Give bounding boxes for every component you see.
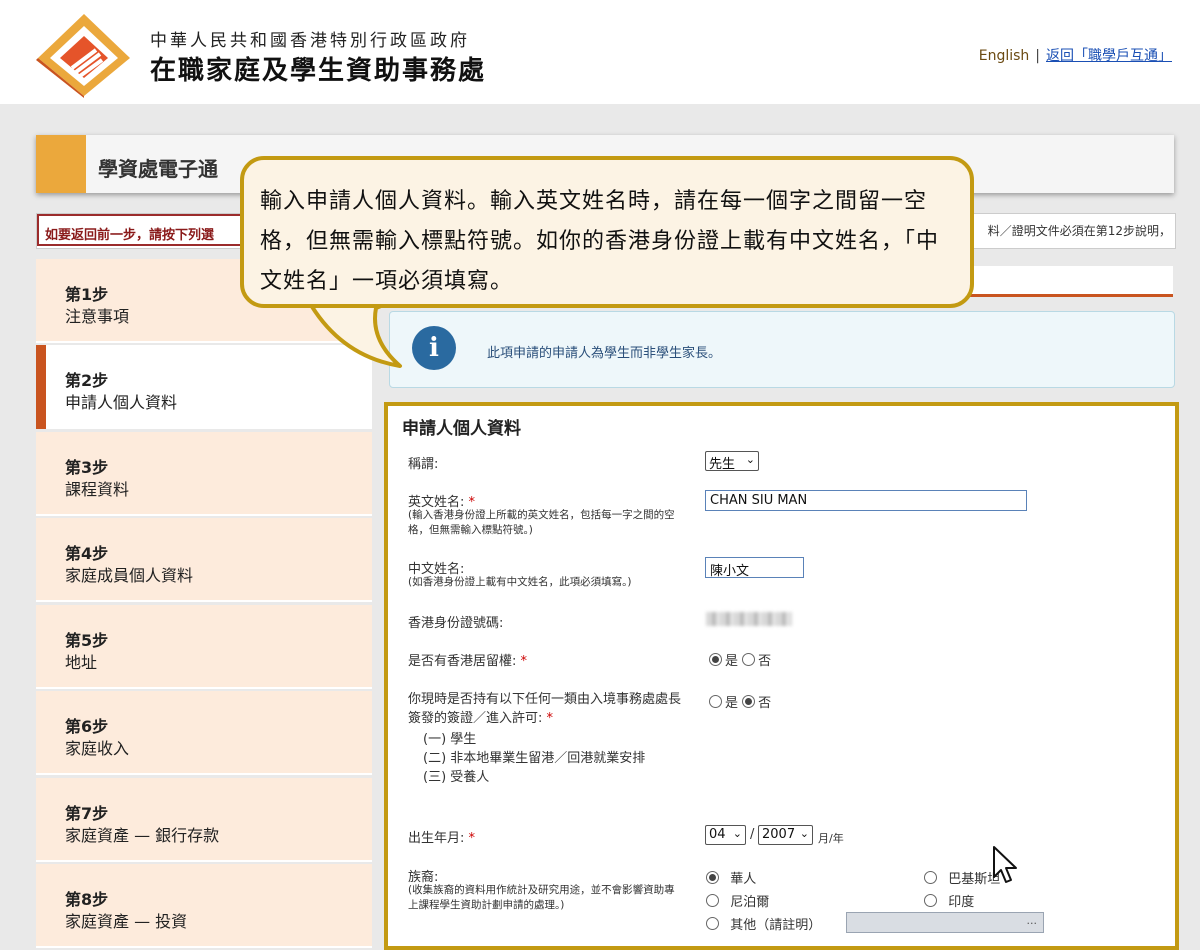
link-separator: | [1035,48,1040,64]
sidebar-step-6[interactable]: 第6步 家庭收入 [36,691,372,775]
chi-name-input[interactable]: 陳小文 [705,557,804,579]
ethnicity-radio[interactable] [706,871,719,884]
abode-no-radio[interactable] [742,653,756,666]
step-number: 第4步 [65,544,109,563]
ethnicity-radio[interactable] [706,917,719,930]
eng-name-note: (輸入香港身份證上所載的英文姓名，包括每一字之間的空格，但無需輸入標點符號。) [408,509,675,536]
required-mark: * [520,654,528,669]
sidebar-step-7[interactable]: 第7步 家庭資產 — 銀行存款 [36,778,372,862]
step-label: 家庭資產 — 銀行存款 [65,826,220,845]
top-links: English | 返回「職學戶互通」 [979,45,1172,65]
ethnicity-option-other[interactable]: 其他（請註明） [706,914,821,933]
callout-tail [306,300,402,368]
step-label: 家庭資產 — 投資 [65,912,188,931]
ethnicity-radio[interactable] [924,871,937,884]
hkid-value-redacted [706,612,792,626]
step-number: 第7步 [65,804,109,823]
chi-name-note: (如香港身份證上載有中文姓名，此項必須填寫。) [408,576,632,588]
form-title: 申請人個人資料 [402,419,521,439]
step-label: 申請人個人資料 [65,393,178,412]
visa-item: (三) 受養人 [423,770,490,785]
chevron-down-icon: ⌄ [799,827,809,840]
dob-label: 出生年月: * [408,831,476,846]
instruction-callout: 輸入申請人個人資料。輸入英文姓名時，請在每一個字之間留一空格，但無需輸入標點符號… [240,156,974,308]
sidebar-step-8[interactable]: 第8步 家庭資產 — 投資 [36,864,372,948]
visa-no-label: 否 [758,696,772,711]
abode-yes-radio[interactable] [709,653,722,666]
mouse-cursor-icon [993,846,1017,883]
dob-unit: 月/年 [818,832,844,845]
step-number: 第8步 [65,890,109,909]
title-select[interactable]: 先生 ⌄ [705,451,759,472]
dob-month-select[interactable]: 04 ⌄ [705,825,746,845]
back-to-portal-link[interactable]: 返回「職學戶互通」 [1046,48,1172,64]
sidebar-step-4[interactable]: 第4步 家庭成員個人資料 [36,518,372,602]
ethnicity-note: (收集族裔的資料用作統計及研究用途，並不會影響資助專上課程學生資助計劃申請的處理… [408,884,675,911]
callout-text: 輸入申請人個人資料。輸入英文姓名時，請在每一個字之間留一空格，但無需輸入標點符號… [260,189,940,294]
english-link[interactable]: English [979,48,1030,64]
step-label: 家庭成員個人資料 [65,566,194,585]
step-number: 第6步 [65,717,109,736]
title-select-value: 先生 [709,457,736,472]
form-panel [384,402,1179,950]
dob-year-select[interactable]: 2007 ⌄ [758,825,813,845]
abode-options: 是 否 [709,650,771,669]
visa-item: (一) 學生 [423,732,477,747]
ethnicity-option-chinese[interactable]: 華人 [706,868,756,887]
page-title: 學資處電子通 [98,157,218,181]
abode-label: 是否有香港居留權: * [408,654,528,669]
visa-yes-label: 是 [725,696,739,711]
abode-yes-label: 是 [725,654,739,669]
title-accent [36,135,86,193]
ethnicity-radio[interactable] [706,894,719,907]
step-number: 第2步 [65,371,109,390]
sidebar-step-5[interactable]: 第5步 地址 [36,605,372,689]
step-label: 課程資料 [65,480,130,499]
ethnicity-other-input[interactable]: ... [846,912,1044,933]
ethnicity-option-pakistani[interactable]: 巴基斯坦 [924,868,1000,887]
government-name: 中華人民共和國香港特別行政區政府 [150,31,470,51]
abode-no-label: 否 [758,654,772,669]
hkid-label: 香港身份證號碼: [408,616,504,631]
info-text: 此項申請的申請人為學生而非學生家長。 [487,346,722,361]
visa-item: (二) 非本地畢業生留港／回港就業安排 [423,751,646,766]
required-mark: * [468,831,476,846]
visa-no-radio[interactable] [742,695,756,708]
sidebar-step-3[interactable]: 第3步 課程資料 [36,432,372,516]
back-notice-box: 如要返回前一步，請按下列選 [37,214,267,246]
eng-name-input[interactable]: CHAN SIU MAN [705,490,1027,511]
title-label: 稱謂: [408,457,439,472]
ethnicity-radio[interactable] [924,894,937,907]
visa-options: 是 否 [709,692,771,711]
step-number: 第3步 [65,458,109,477]
step-number: 第5步 [65,631,109,650]
step-number: 第1步 [65,285,109,304]
back-notice-text: 如要返回前一步，請按下列選 [45,228,215,243]
more-icon: ... [1026,914,1038,927]
visa-label: 你現時是否持有以下任何一類由入境事務處處長簽發的簽證／進入許可: * [408,692,682,726]
step-label: 家庭收入 [65,739,130,758]
department-name: 在職家庭及學生資助事務處 [150,56,487,86]
notice-right-text: 料／證明文件必須在第12步說明， [987,224,1171,238]
chevron-down-icon: ⌄ [732,827,742,840]
wfsfaa-logo [36,14,130,98]
ethnicity-option-nepalese[interactable]: 尼泊爾 [706,891,769,910]
visa-yes-radio[interactable] [709,695,722,708]
required-mark: * [546,711,554,726]
visa-items: (一) 學生 (二) 非本地畢業生留港／回港就業安排 (三) 受養人 [423,730,678,787]
step-label: 注意事項 [65,307,130,326]
dob-separator: / [750,827,755,842]
step-label: 地址 [65,653,98,672]
ethnicity-option-indian[interactable]: 印度 [924,891,974,910]
chevron-down-icon: ⌄ [745,453,755,466]
